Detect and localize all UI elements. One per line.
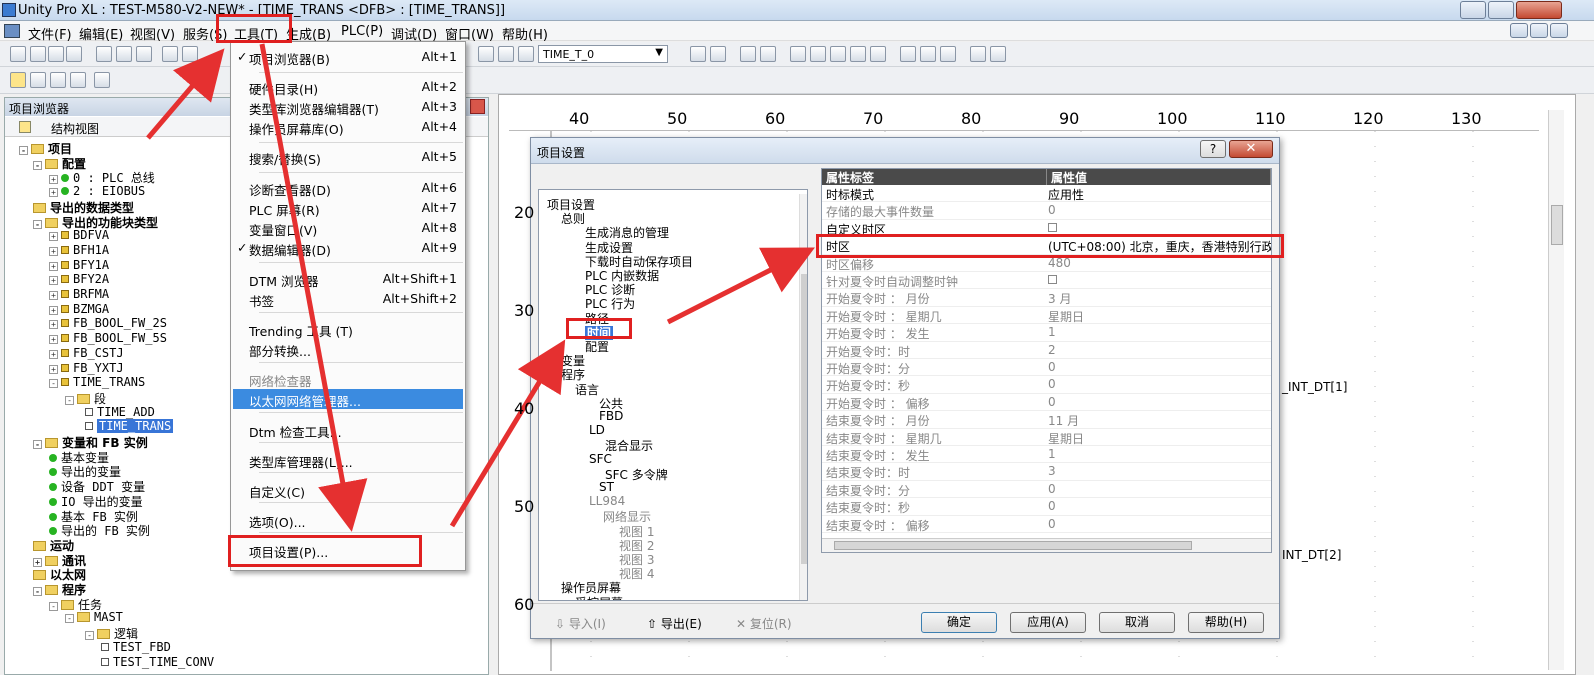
annotation-arrows — [146, 43, 815, 532]
row-number: 40 — [514, 399, 535, 418]
row-number: 20 — [514, 203, 535, 222]
arrow-to-timezone — [666, 247, 815, 325]
arrow-to-project-settings — [259, 43, 368, 532]
arrow-to-time — [449, 339, 566, 528]
row-number: 60 — [514, 595, 535, 614]
row-number: 50 — [514, 497, 535, 516]
arrow-to-tools — [146, 48, 225, 140]
row-number: 30 — [514, 301, 535, 320]
